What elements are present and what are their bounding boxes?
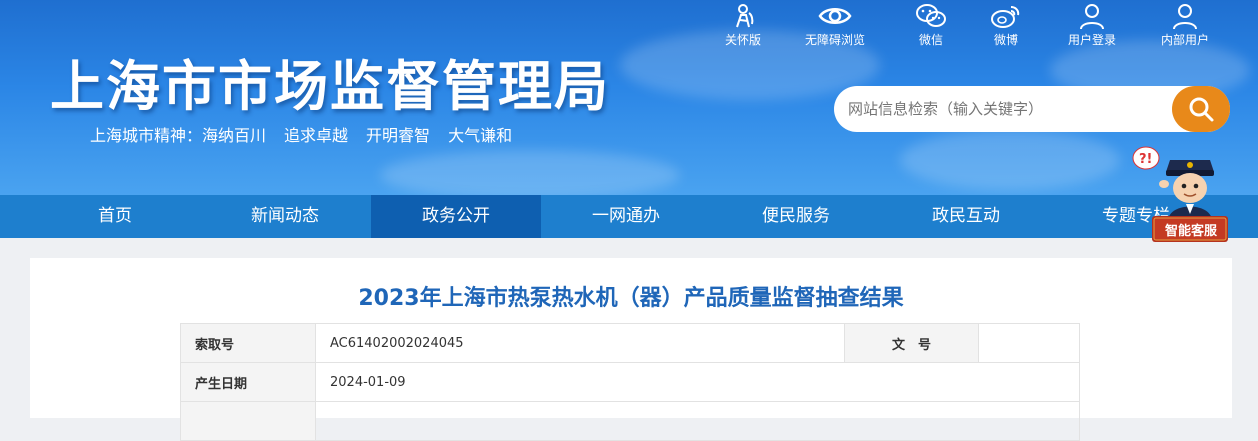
table-row bbox=[180, 401, 1080, 441]
user-login-label: 用户登录 bbox=[1067, 33, 1116, 47]
site-header: 上海市市场监督管理局 上海城市精神：海纳百川 追求卓越 开明睿智 大气谦和 关怀版 无… bbox=[0, 0, 1258, 195]
care-mode-label: 关怀版 bbox=[724, 33, 761, 47]
internal-user-label: 内部用户 bbox=[1160, 33, 1209, 47]
city-spirit-label: 上海城市精神： bbox=[90, 126, 203, 145]
accessibility-label: 无障碍浏览 bbox=[804, 33, 865, 47]
empty-cell bbox=[315, 401, 1080, 441]
table-row: 索取号 AC61402002024045 文 号 bbox=[180, 323, 1080, 363]
svg-text:?!: ?! bbox=[1139, 152, 1152, 167]
city-spirit-item: 开明睿智 bbox=[366, 126, 431, 145]
date-label: 产生日期 bbox=[180, 362, 316, 402]
city-spirit-item: 大气谦和 bbox=[448, 126, 513, 145]
document-number-value bbox=[978, 323, 1080, 363]
search-input[interactable] bbox=[848, 94, 1168, 124]
index-number-label: 索取号 bbox=[180, 323, 316, 363]
weibo-icon bbox=[991, 6, 1020, 28]
site-title[interactable]: 上海市市场监督管理局 bbox=[50, 42, 610, 121]
city-spirit-item: 海纳百川 bbox=[202, 126, 267, 145]
city-spirit-item: 追求卓越 bbox=[284, 126, 349, 145]
search-icon bbox=[1189, 97, 1214, 122]
eye-icon bbox=[818, 8, 852, 24]
weibo-label: 微博 bbox=[993, 33, 1018, 47]
nav-item-online-services[interactable]: 一网通办 bbox=[541, 195, 711, 238]
accessibility-link[interactable]: 无障碍浏览 bbox=[795, 2, 875, 48]
care-mode-link[interactable]: 关怀版 bbox=[703, 2, 783, 48]
nav-item-government-affairs[interactable]: 政务公开 bbox=[371, 195, 541, 238]
nav-item-news[interactable]: 新闻动态 bbox=[200, 195, 370, 238]
smart-assistant[interactable]: ?! 智能客服 bbox=[1130, 140, 1230, 242]
site-search bbox=[834, 86, 1230, 132]
weibo-link[interactable]: 微博 bbox=[966, 2, 1046, 48]
document-meta-table: 索取号 AC61402002024045 文 号 产生日期 2024-01-09 bbox=[180, 323, 1080, 441]
user-icon bbox=[1173, 4, 1197, 30]
user-icon bbox=[1080, 4, 1104, 30]
search-button[interactable] bbox=[1172, 86, 1230, 132]
document-title: 2023年上海市热泵热水机（器）产品质量监督抽查结果 bbox=[358, 286, 904, 311]
wechat-label: 微信 bbox=[918, 33, 943, 47]
internal-user-link[interactable]: 内部用户 bbox=[1145, 2, 1225, 48]
top-toolbar: 关怀版 无障碍浏览 微信 微博 用户登录 内部用户 bbox=[700, 2, 1258, 48]
date-value: 2024-01-09 bbox=[315, 362, 1080, 402]
nav-item-public-services[interactable]: 便民服务 bbox=[711, 195, 881, 238]
nav-item-interaction[interactable]: 政民互动 bbox=[881, 195, 1051, 238]
empty-cell bbox=[180, 401, 316, 441]
content-panel: 2023年上海市热泵热水机（器）产品质量监督抽查结果 索取号 AC6140200… bbox=[30, 258, 1232, 441]
table-row: 产生日期 2024-01-09 bbox=[180, 362, 1080, 402]
nav-item-home[interactable]: 首页 bbox=[30, 195, 200, 238]
city-spirit: 上海城市精神：海纳百川 追求卓越 开明睿智 大气谦和 bbox=[90, 122, 530, 146]
user-login-link[interactable]: 用户登录 bbox=[1052, 2, 1132, 48]
wechat-link[interactable]: 微信 bbox=[891, 2, 971, 48]
assistant-label: 智能客服 bbox=[1164, 224, 1217, 239]
index-number-value: AC61402002024045 bbox=[315, 323, 845, 363]
wechat-icon bbox=[916, 4, 946, 27]
document-number-label: 文 号 bbox=[844, 323, 979, 363]
care-mode-icon bbox=[736, 4, 754, 28]
main-nav: 首页 新闻动态 政务公开 一网通办 便民服务 政民互动 专题专栏 bbox=[0, 195, 1258, 238]
